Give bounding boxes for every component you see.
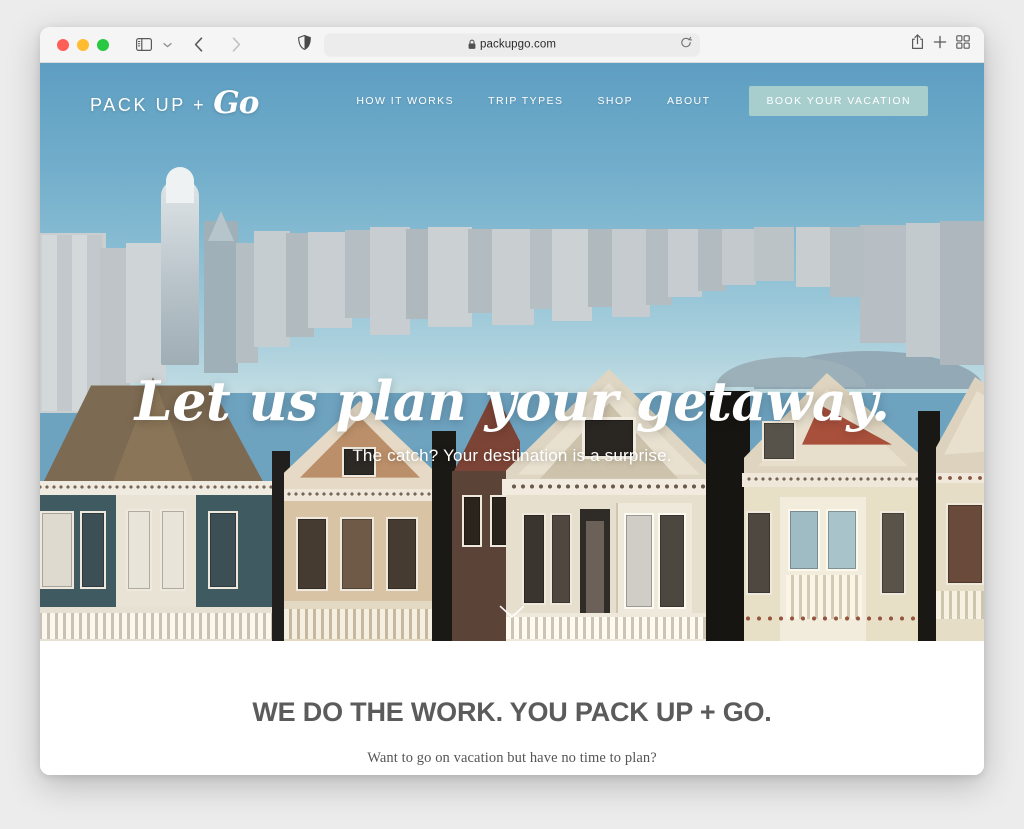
close-window-button[interactable] (57, 38, 69, 51)
browser-toolbar: packupgo.com (40, 27, 984, 63)
nav-item-how-it-works[interactable]: HOW IT WORKS (339, 95, 471, 107)
hero-headline: Let us plan your getaway. (134, 369, 890, 433)
share-icon[interactable] (911, 34, 924, 55)
nav-item-about[interactable]: ABOUT (650, 95, 727, 107)
browser-window: packupgo.com PACK UP + Go HOW IT WORKS T… (40, 27, 984, 775)
tab-overview-icon[interactable] (956, 35, 970, 54)
minimize-window-button[interactable] (77, 38, 89, 51)
hero-section: PACK UP + Go HOW IT WORKS TRIP TYPES SHO… (40, 63, 984, 641)
scroll-down-chevron-icon[interactable] (499, 605, 525, 624)
site-header: PACK UP + Go HOW IT WORKS TRIP TYPES SHO… (40, 63, 984, 139)
window-controls (57, 38, 109, 51)
lock-icon (468, 39, 476, 50)
url-bar[interactable]: packupgo.com (324, 33, 700, 56)
site-logo[interactable]: PACK UP + Go (90, 83, 259, 121)
main-navigation: HOW IT WORKS TRIP TYPES SHOP ABOUT BOOK … (339, 86, 928, 116)
nav-item-shop[interactable]: SHOP (580, 95, 650, 107)
url-text: packupgo.com (480, 38, 556, 51)
new-tab-icon[interactable] (933, 35, 947, 54)
url-display: packupgo.com (468, 39, 556, 51)
intro-heading: WE DO THE WORK. YOU PACK UP + GO. (252, 697, 772, 727)
logo-wordmark: PACK UP + (90, 95, 207, 115)
toolbar-right-actions (911, 34, 970, 55)
webpage-content: PACK UP + Go HOW IT WORKS TRIP TYPES SHO… (40, 63, 984, 775)
hero-subheadline: The catch? Your destination is a surpris… (352, 445, 672, 465)
nav-item-trip-types[interactable]: TRIP TYPES (471, 95, 580, 107)
maximize-window-button[interactable] (97, 38, 109, 51)
chevron-down-icon[interactable] (159, 33, 175, 57)
hero-copy: Let us plan your getaway. The catch? You… (40, 373, 984, 466)
book-your-vacation-button[interactable]: BOOK YOUR VACATION (749, 86, 928, 116)
intro-subheading: Want to go on vacation but have no time … (367, 750, 657, 766)
back-button-icon[interactable] (185, 33, 211, 57)
privacy-shield-icon[interactable] (298, 34, 311, 55)
navigation-controls (131, 33, 249, 57)
intro-section: WE DO THE WORK. YOU PACK UP + GO. Want t… (40, 641, 984, 775)
sidebar-toggle-icon[interactable] (131, 33, 157, 57)
forward-button-icon[interactable] (223, 33, 249, 57)
logo-script-go: Go (213, 85, 259, 121)
reload-icon[interactable] (680, 36, 693, 54)
